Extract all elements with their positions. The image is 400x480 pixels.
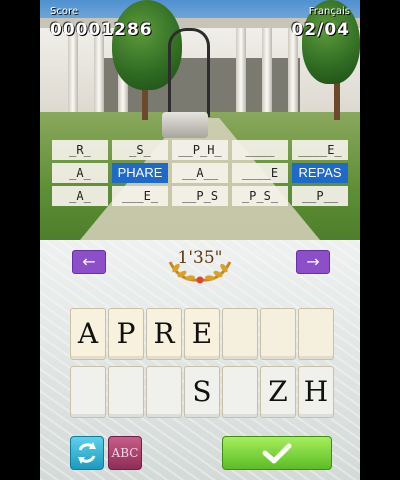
timer: 1'35" xyxy=(158,244,242,284)
answer-slot[interactable] xyxy=(298,308,334,360)
word-cell: __P__ xyxy=(292,186,348,206)
word-cell: __A__ xyxy=(172,163,228,183)
answer-slot[interactable] xyxy=(222,308,258,360)
word-cell: ____E_ xyxy=(292,140,348,160)
game-screen: Score 00001286 Français 02/04 _R_ _S_ __… xyxy=(40,0,360,480)
word-cell: ____ xyxy=(232,140,288,160)
letter-tile[interactable]: Z xyxy=(260,366,296,418)
answer-slot[interactable]: P xyxy=(108,308,144,360)
letter-tile[interactable]: S xyxy=(184,366,220,418)
word-cell: __P_S xyxy=(172,186,228,206)
word-cell: __P_H_ xyxy=(172,140,228,160)
word-cell-found: REPAS xyxy=(292,163,348,183)
next-button[interactable]: → xyxy=(296,250,330,274)
word-cell: _A_ xyxy=(52,186,108,206)
timer-text: 1'35" xyxy=(177,248,223,268)
word-cell-found: PHARE xyxy=(112,163,168,183)
word-cell: _S_ xyxy=(112,140,168,160)
refresh-icon xyxy=(78,442,96,464)
answer-slot[interactable]: R xyxy=(146,308,182,360)
word-cell: _R_ xyxy=(52,140,108,160)
letter-tile[interactable] xyxy=(146,366,182,418)
checkmark-icon xyxy=(262,443,292,464)
progress-counter: 02/04 xyxy=(291,20,350,40)
letter-tile[interactable]: H xyxy=(298,366,334,418)
answer-slot[interactable]: A xyxy=(70,308,106,360)
answer-slot[interactable]: E xyxy=(184,308,220,360)
letter-tile[interactable] xyxy=(222,366,258,418)
score-label: Score xyxy=(50,6,79,17)
right-arrow-icon: → xyxy=(306,252,320,271)
word-cell: ____E xyxy=(232,163,288,183)
confirm-button[interactable] xyxy=(222,436,332,470)
bottom-screen: ← 1'35" → A P R E S Z H ABC xyxy=(40,240,360,480)
letter-tile[interactable] xyxy=(70,366,106,418)
answer-slot[interactable] xyxy=(260,308,296,360)
top-screen: Score 00001286 Français 02/04 _R_ _S_ __… xyxy=(40,0,360,240)
abc-button[interactable]: ABC xyxy=(108,436,142,470)
letter-tile[interactable] xyxy=(108,366,144,418)
word-cell: _P_S_ xyxy=(232,186,288,206)
well-frame xyxy=(168,28,210,117)
previous-button[interactable]: ← xyxy=(72,250,106,274)
shuffle-button[interactable] xyxy=(70,436,104,470)
stone-well xyxy=(162,112,208,138)
word-cell: _A_ xyxy=(52,163,108,183)
language-label: Français xyxy=(308,6,350,17)
score-value: 00001286 xyxy=(50,20,153,40)
left-arrow-icon: ← xyxy=(82,252,96,271)
word-cell: ___E_ xyxy=(112,186,168,206)
